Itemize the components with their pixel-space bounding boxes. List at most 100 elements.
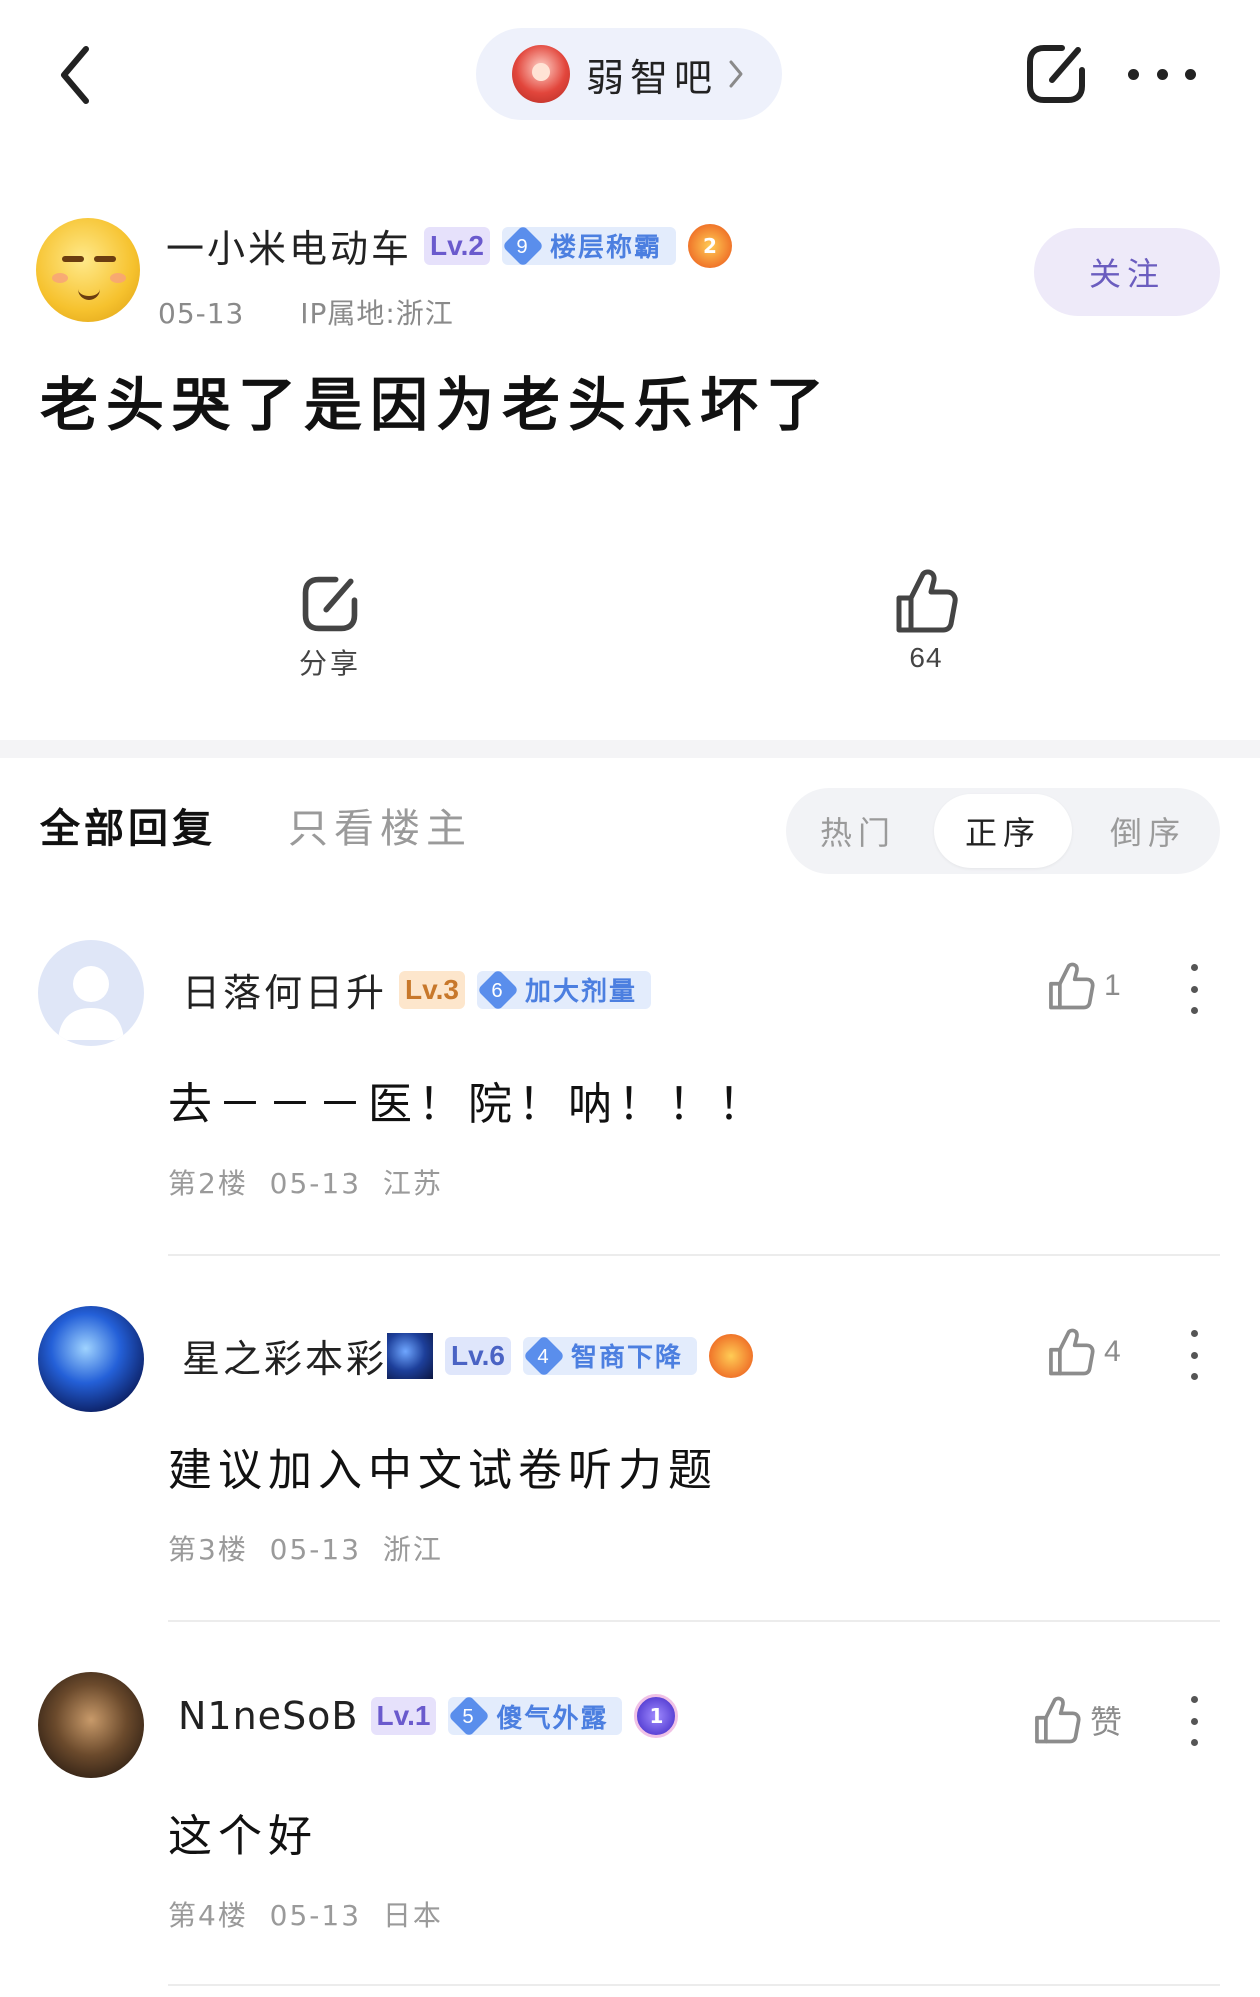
forum-name: 弱智吧 [586, 55, 719, 100]
level-badge: Lv.3 [399, 970, 465, 1009]
sort-hot-button[interactable]: 热门 [786, 788, 930, 874]
medal-icon: 2 [687, 223, 732, 268]
share-button[interactable] [1022, 40, 1090, 108]
forum-entry-button[interactable]: 弱智吧 [476, 28, 782, 120]
reply-user-row: 星之彩本彩 Lv.6 4 智商下降 [182, 1328, 753, 1383]
avatar-mouth [78, 286, 100, 300]
share-label: 分享 [298, 647, 361, 680]
share-icon [1027, 45, 1085, 103]
title-badge: 9 楼层称霸 [501, 224, 676, 267]
reply-floor: 第4楼 [168, 1899, 248, 1932]
reply-floor: 第2楼 [168, 1167, 248, 1200]
reply-content: 去－－－医！院！呐！！！ [168, 1079, 768, 1130]
avatar-cheek [110, 273, 126, 283]
reply-more-button[interactable] [1188, 964, 1200, 1014]
reply-floor: 第3楼 [168, 1533, 248, 1566]
reply-meta: 第3楼 05-13 浙江 [168, 1528, 443, 1568]
title-badge: 4 智商下降 [522, 1334, 697, 1377]
title-badge: 5 傻气外露 [448, 1695, 623, 1737]
badge-number-icon: 6 [477, 968, 519, 1011]
section-divider [0, 740, 1260, 758]
dot-icon [1190, 1007, 1198, 1014]
sort-desc-button[interactable]: 倒序 [1076, 788, 1220, 874]
author-avatar[interactable] [36, 218, 140, 322]
title-badge: 6 加大剂量 [476, 968, 651, 1011]
reply-more-button[interactable] [1188, 1696, 1200, 1746]
badge-number-icon: 4 [523, 1334, 565, 1377]
medal-icon [708, 1333, 753, 1378]
back-button[interactable] [50, 40, 100, 110]
reply-avatar[interactable] [38, 940, 144, 1046]
reply-location: 日本 [382, 1899, 443, 1932]
reply-avatar[interactable] [38, 1672, 144, 1778]
reply-like-button[interactable]: 1 [1046, 960, 1121, 1012]
reply-location: 浙江 [382, 1533, 443, 1566]
reply-meta: 第4楼 05-13 日本 [168, 1894, 443, 1934]
dot-icon [1185, 68, 1196, 80]
share-icon [302, 576, 358, 632]
reply-username[interactable]: N1neSoB [178, 1694, 359, 1738]
reply-user-row: 日落何日升 Lv.3 6 加大剂量 [182, 962, 651, 1017]
reply-username[interactable]: 星之彩本彩 [182, 1328, 387, 1383]
forum-avatar-icon [512, 45, 570, 103]
reply-avatar[interactable] [38, 1306, 144, 1412]
reply-more-button[interactable] [1188, 1330, 1200, 1380]
sort-toggle: 热门 正序 倒序 [786, 788, 1220, 874]
dot-icon [1190, 1717, 1198, 1725]
avatar-eye [62, 256, 84, 262]
chevron-right-icon [729, 60, 743, 88]
level-badge: Lv.6 [445, 1336, 511, 1375]
reply-meta: 第2楼 05-13 江苏 [168, 1162, 443, 1202]
chevron-left-icon [61, 46, 89, 104]
dot-icon [1190, 1351, 1198, 1359]
title-badge-label: 加大剂量 [524, 977, 637, 1007]
post-meta: 05-13 IP属地:浙江 [158, 292, 454, 332]
post-ip: IP属地:浙江 [300, 297, 454, 330]
sort-asc-button[interactable]: 正序 [934, 794, 1072, 868]
more-options-button[interactable] [1128, 56, 1196, 92]
thumbs-up-icon [1049, 962, 1095, 1010]
medal-icon: 1 [634, 1694, 679, 1738]
post-title: 老头哭了是因为老头乐坏了 [40, 371, 833, 439]
dot-icon [1190, 1373, 1198, 1380]
like-count: 64 [909, 642, 943, 673]
title-badge-label: 傻气外露 [496, 1703, 609, 1734]
thumbs-up-icon [1035, 1696, 1081, 1744]
dot-icon [1190, 1739, 1198, 1746]
reply-like-count: 4 [1104, 1335, 1121, 1368]
reply-like-button[interactable]: 4 [1046, 1326, 1121, 1378]
reply-username[interactable]: 日落何日升 [182, 962, 387, 1017]
tab-all-replies[interactable]: 全部回复 [40, 796, 216, 854]
tab-op-only[interactable]: 只看楼主 [288, 796, 472, 854]
dot-icon [1128, 68, 1139, 80]
share-action[interactable]: 分享 [290, 572, 370, 682]
title-badge-label: 智商下降 [570, 1343, 683, 1373]
reply-like-label: 赞 [1090, 1703, 1123, 1741]
reply-user-row: N1neSoB Lv.1 5 傻气外露 1 [178, 1694, 679, 1738]
post-date: 05-13 [158, 297, 245, 330]
avatar-cheek [52, 273, 68, 283]
thumbs-up-icon [1049, 1328, 1095, 1376]
follow-button[interactable]: 关注 [1034, 228, 1220, 316]
author-info-row: 一小米电动车 Lv.2 9 楼层称霸 2 [166, 218, 732, 273]
reply-content: 建议加入中文试卷听力题 [168, 1445, 718, 1496]
reply-content: 这个好 [168, 1811, 318, 1862]
reply-date: 05-13 [269, 1533, 362, 1566]
level-badge: Lv.2 [424, 226, 490, 265]
like-action[interactable]: 64 [886, 566, 966, 674]
author-name[interactable]: 一小米电动车 [166, 218, 412, 273]
nebula-icon [387, 1332, 434, 1379]
badge-number-icon: 9 [502, 224, 544, 267]
dot-icon [1190, 985, 1198, 993]
dot-icon [1190, 964, 1198, 971]
dot-icon [1190, 1330, 1198, 1337]
reply-like-count: 1 [1104, 969, 1121, 1002]
reply-date: 05-13 [269, 1899, 362, 1932]
title-badge-label: 楼层称霸 [549, 233, 662, 263]
reply-like-button[interactable]: 赞 [1032, 1694, 1122, 1746]
dot-icon [1156, 68, 1168, 80]
default-user-icon [58, 966, 124, 1040]
reply-location: 江苏 [382, 1167, 443, 1200]
reply-divider [168, 1254, 1220, 1256]
thumbs-up-icon [896, 569, 958, 633]
